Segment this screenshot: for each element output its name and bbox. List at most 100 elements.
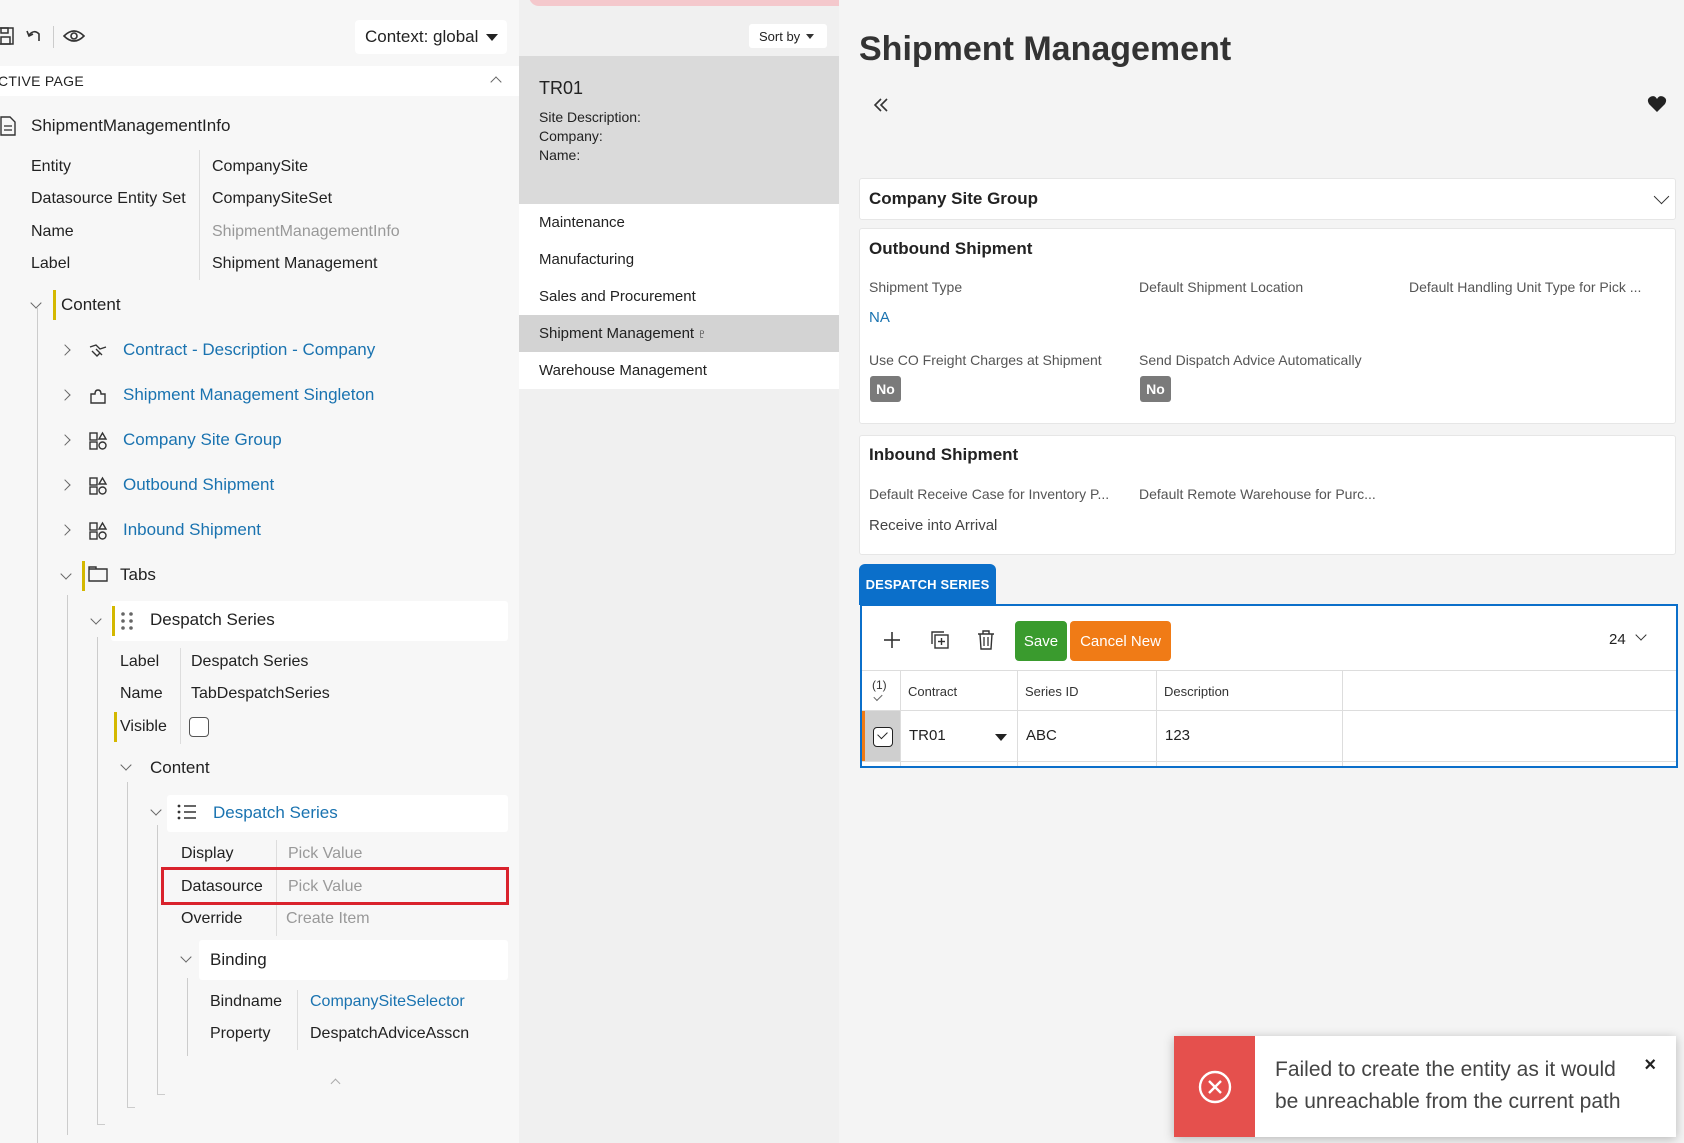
- drag-handle-icon[interactable]: [120, 611, 140, 631]
- list-datasource-key: Datasource: [181, 878, 263, 895]
- menu-item-manufacturing[interactable]: Manufacturing: [519, 241, 839, 278]
- column-header-series-id[interactable]: Series ID: [1025, 684, 1078, 699]
- active-page-header[interactable]: CTIVE PAGE: [0, 66, 519, 96]
- tab-label-value[interactable]: Despatch Series: [191, 653, 308, 671]
- prop-entity-key: Entity: [31, 158, 72, 175]
- prop-entityset-value[interactable]: CompanySiteSet: [212, 190, 332, 208]
- row-checkbox[interactable]: [873, 727, 893, 747]
- column-header-contract[interactable]: Contract: [908, 684, 957, 699]
- sort-by-label: Sort by: [759, 28, 801, 44]
- shipment-type-label: Shipment Type: [869, 279, 963, 295]
- receive-case-label: Default Receive Case for Inventory P...: [869, 486, 1110, 502]
- page-name[interactable]: ShipmentManagementInfo: [31, 116, 230, 136]
- tree-item-contract[interactable]: Contract - Description - Company: [123, 340, 375, 360]
- undo-icon[interactable]: [22, 24, 46, 48]
- tree-tabs-node[interactable]: Tabs: [120, 565, 156, 585]
- close-icon[interactable]: ×: [1644, 1054, 1656, 1077]
- tree-binding-node[interactable]: Binding: [210, 950, 267, 970]
- menu-item-maintenance[interactable]: Maintenance: [519, 204, 839, 241]
- tree-content-node-2[interactable]: Content: [150, 758, 210, 778]
- sort-by-dropdown[interactable]: Sort by: [749, 24, 827, 48]
- chevron-down-icon[interactable]: [180, 951, 192, 963]
- chevron-down-icon[interactable]: [60, 568, 72, 580]
- modified-marker: [114, 712, 117, 742]
- company-site-group-panel[interactable]: Company Site Group: [859, 178, 1676, 220]
- chevron-right-icon[interactable]: [59, 479, 71, 491]
- tree-item-inbound[interactable]: Inbound Shipment: [123, 520, 261, 540]
- record-card[interactable]: TR01 Site Description: Company: Name:: [519, 56, 839, 204]
- preview-eye-icon[interactable]: [62, 24, 86, 48]
- save-button[interactable]: Save: [1015, 621, 1067, 661]
- menu-item-label: Shipment Management: [539, 325, 695, 342]
- tab-despatch-series[interactable]: DESPATCH SERIES: [859, 564, 996, 605]
- record-title: TR01: [539, 78, 584, 98]
- grid-divider: [900, 670, 901, 766]
- tree-despatch-series[interactable]: Despatch Series: [150, 610, 275, 630]
- chevron-down-icon[interactable]: [1635, 629, 1647, 641]
- cell-series-id[interactable]: ABC: [1026, 727, 1057, 744]
- grid-divider: [862, 761, 1676, 762]
- binding-bindname-key: Bindname: [210, 993, 283, 1010]
- caret-down-icon[interactable]: [995, 734, 1007, 741]
- chevron-down-icon[interactable]: [1653, 188, 1670, 205]
- tree-list-despatch-series[interactable]: Despatch Series: [213, 803, 338, 823]
- add-icon[interactable]: [882, 630, 902, 655]
- chevron-up-icon[interactable]: [490, 76, 502, 88]
- page-size-value[interactable]: 24: [1609, 631, 1626, 648]
- prop-entity-value[interactable]: CompanySite: [212, 158, 308, 176]
- chevron-down-icon[interactable]: [30, 297, 42, 309]
- menu-item-warehouse-management[interactable]: Warehouse Management: [519, 352, 839, 389]
- tree-content-node[interactable]: Content: [61, 295, 121, 315]
- chevron-right-icon[interactable]: [59, 524, 71, 536]
- menu-item-sales-procurement[interactable]: Sales and Procurement: [519, 278, 839, 315]
- active-page-label: CTIVE PAGE: [0, 73, 84, 89]
- menu-item-shipment-management[interactable]: Shipment Management ♇: [519, 315, 839, 352]
- selected-count: (1): [872, 678, 887, 692]
- chevron-right-icon[interactable]: [59, 389, 71, 401]
- toolbar-divider: [53, 26, 54, 48]
- puzzle-icon: [88, 386, 108, 406]
- grid-divider: [1156, 670, 1157, 766]
- favorite-heart-icon[interactable]: [1647, 95, 1667, 118]
- collapse-left-icon[interactable]: [872, 96, 890, 119]
- tree-guide: [37, 308, 38, 1143]
- cell-contract[interactable]: TR01: [909, 727, 946, 744]
- shipment-type-value[interactable]: NA: [869, 309, 890, 326]
- inbound-title: Inbound Shipment: [869, 445, 1019, 464]
- prop-label-value[interactable]: Shipment Management: [212, 255, 377, 273]
- default-handling-unit-label: Default Handling Unit Type for Pick ...: [1409, 279, 1642, 295]
- list-display-value[interactable]: Pick Value: [288, 845, 362, 863]
- cell-description[interactable]: 123: [1165, 727, 1190, 744]
- modified-marker: [112, 606, 115, 636]
- chevron-right-icon[interactable]: [59, 434, 71, 446]
- list-datasource-value[interactable]: Pick Value: [288, 878, 362, 896]
- chevron-right-icon[interactable]: [59, 344, 71, 356]
- grid-divider: [862, 710, 1676, 711]
- context-label: Context: global: [365, 27, 479, 46]
- error-toast: Failed to create the entity as it would …: [1174, 1036, 1676, 1137]
- error-icon-area: [1174, 1036, 1255, 1137]
- menu-item-label: Maintenance: [539, 214, 625, 231]
- select-all-check-icon[interactable]: [873, 691, 883, 702]
- tree-item-outbound[interactable]: Outbound Shipment: [123, 475, 274, 495]
- tree-item-singleton[interactable]: Shipment Management Singleton: [123, 385, 374, 405]
- binding-property-value[interactable]: DespatchAdviceAsscn: [310, 1025, 469, 1043]
- pin-icon[interactable]: ♇: [697, 326, 707, 341]
- visible-checkbox[interactable]: [189, 717, 209, 737]
- save-icon[interactable]: [0, 24, 18, 48]
- chevron-down-icon[interactable]: [120, 759, 132, 771]
- tab-name-value[interactable]: TabDespatchSeries: [191, 685, 330, 703]
- context-dropdown[interactable]: Context: global: [355, 20, 507, 54]
- column-header-description[interactable]: Description: [1164, 684, 1229, 699]
- collapse-up-icon[interactable]: [330, 1078, 341, 1089]
- chevron-down-icon[interactable]: [90, 613, 102, 625]
- binding-bindname-value[interactable]: CompanySiteSelector: [310, 993, 465, 1011]
- navigator-panel: Sort by TR01 Site Description: Company: …: [519, 0, 839, 1143]
- list-override-value[interactable]: Create Item: [286, 910, 370, 928]
- duplicate-icon[interactable]: [930, 630, 950, 655]
- tree-item-company-site-group[interactable]: Company Site Group: [123, 430, 282, 450]
- delete-trash-icon[interactable]: [977, 630, 995, 655]
- main-content: Shipment Management Company Site Group O…: [839, 0, 1684, 1143]
- chevron-down-icon[interactable]: [150, 804, 162, 816]
- cancel-new-button[interactable]: Cancel New: [1070, 621, 1171, 661]
